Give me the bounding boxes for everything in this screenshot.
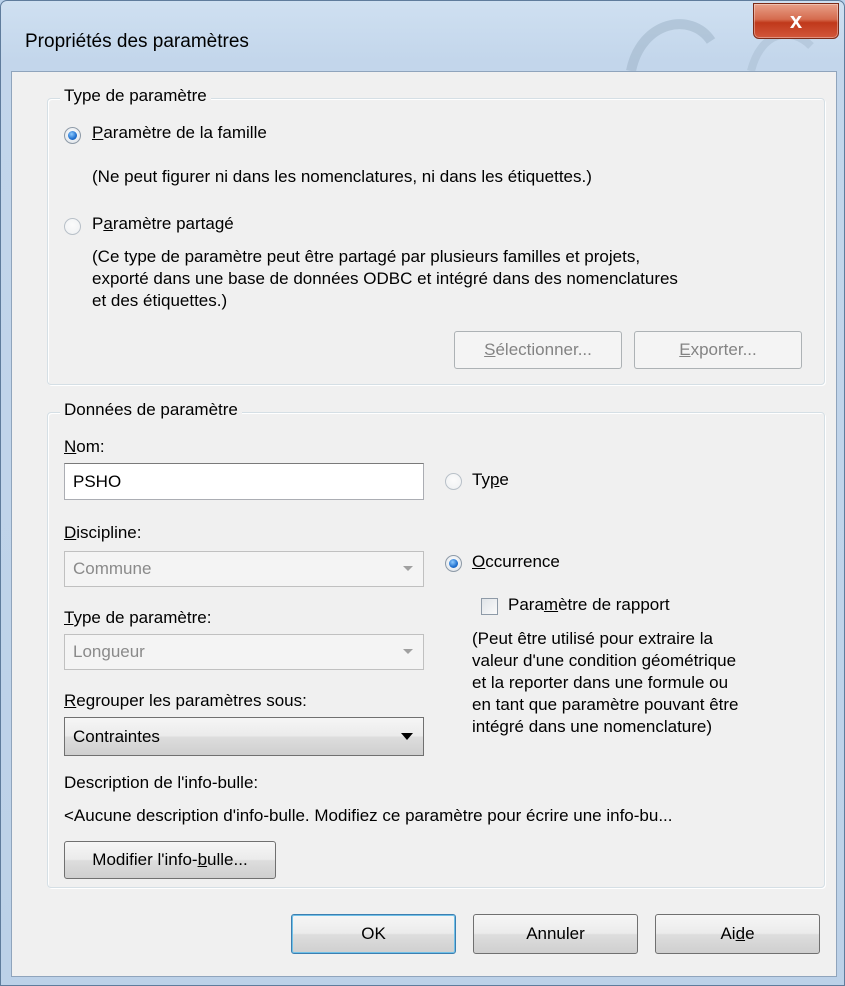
report-parameter-hint: (Peut être utilisé pour extraire la vale… — [472, 629, 739, 736]
chevron-down-icon — [403, 649, 413, 654]
chevron-down-icon — [401, 733, 413, 740]
group-parameters-label: Regrouper les paramètres sous: — [64, 691, 307, 710]
name-label: Nom: — [64, 437, 105, 456]
parameter-type-dropdown[interactable]: Longueur — [64, 634, 424, 670]
parameter-type-label: Type de paramètre: — [64, 608, 212, 627]
close-icon: x — [789, 8, 803, 33]
shared-parameter-label[interactable]: Paramètre partagé — [92, 214, 234, 234]
parameter-data-legend: Données de paramètre — [60, 400, 242, 420]
occurrence-radio[interactable] — [445, 555, 462, 572]
family-parameter-radio[interactable] — [64, 127, 81, 144]
ok-button[interactable]: OK — [291, 914, 456, 954]
close-button[interactable]: x — [753, 3, 839, 39]
name-input[interactable]: PSHO — [64, 463, 424, 500]
parameter-type-legend: Type de paramètre — [60, 86, 211, 106]
parameter-data-group: Données de paramètre Nom: PSHO Type Disc… — [47, 400, 825, 888]
report-parameter-label[interactable]: Paramètre de rapport — [508, 595, 670, 615]
occurrence-radio-label[interactable]: Occurrence — [472, 552, 560, 572]
shared-parameter-hint: (Ce type de paramètre peut être partagé … — [92, 247, 678, 310]
parameter-type-group: Type de paramètre Paramètre de la famill… — [47, 86, 825, 385]
window-title: Propriétés des paramètres — [25, 31, 249, 52]
chevron-down-icon — [403, 566, 413, 571]
export-button[interactable]: Exporter... — [634, 331, 802, 369]
report-parameter-checkbox[interactable] — [481, 598, 498, 615]
family-parameter-hint: (Ne peut figurer ni dans les nomenclatur… — [92, 167, 592, 186]
shared-parameter-radio[interactable] — [64, 218, 81, 235]
dialog-window: Propriétés des paramètres x Type de para… — [0, 0, 845, 986]
help-button[interactable]: Aide — [655, 914, 820, 954]
tooltip-description-text: <Aucune description d'info-bulle. Modifi… — [64, 806, 673, 825]
family-parameter-label[interactable]: Paramètre de la famille — [92, 123, 267, 143]
dialog-client-area: Type de paramètre Paramètre de la famill… — [11, 71, 837, 977]
type-radio-label[interactable]: Type — [472, 470, 509, 490]
title-bar[interactable]: Propriétés des paramètres x — [1, 1, 844, 71]
type-radio[interactable] — [445, 473, 462, 490]
discipline-label: Discipline: — [64, 523, 142, 542]
select-button[interactable]: Sélectionner... — [454, 331, 622, 369]
discipline-dropdown[interactable]: Commune — [64, 551, 424, 587]
tooltip-description-label: Description de l'info-bulle: — [64, 773, 259, 792]
group-parameters-dropdown[interactable]: Contraintes — [64, 717, 424, 756]
edit-tooltip-button[interactable]: Modifier l'info-bulle... — [64, 841, 276, 879]
cancel-button[interactable]: Annuler — [473, 914, 638, 954]
